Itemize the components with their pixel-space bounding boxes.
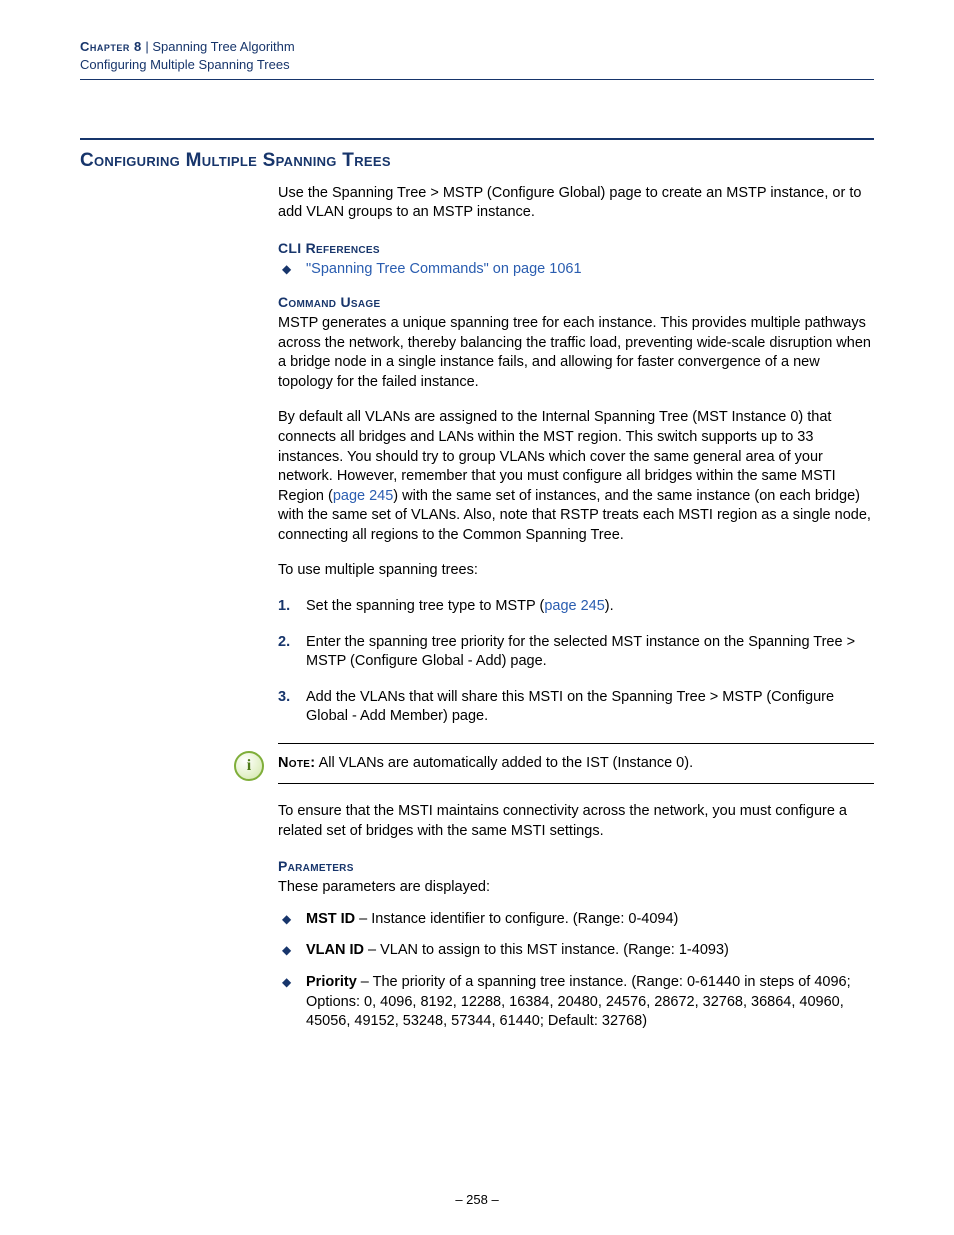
body-column: Use the Spanning Tree > MSTP (Configure … bbox=[278, 184, 874, 1032]
list-item: MST ID – Instance identifier to configur… bbox=[278, 910, 874, 930]
intro-paragraph: Use the Spanning Tree > MSTP (Configure … bbox=[278, 184, 874, 223]
step-number: 2. bbox=[278, 633, 290, 653]
list-item: 2. Enter the spanning tree priority for … bbox=[278, 633, 874, 672]
page: Chapter 8 | Spanning Tree Algorithm Conf… bbox=[0, 0, 954, 1235]
param-name: VLAN ID bbox=[306, 942, 364, 958]
text: Enter the spanning tree priority for the… bbox=[306, 634, 855, 670]
param-name: MST ID bbox=[306, 911, 355, 927]
list-item: "Spanning Tree Commands" on page 1061 bbox=[278, 260, 874, 280]
step-number: 1. bbox=[278, 597, 290, 617]
param-desc: – VLAN to assign to this MST instance. (… bbox=[364, 942, 729, 958]
cli-references-list: "Spanning Tree Commands" on page 1061 bbox=[278, 260, 874, 280]
body-paragraph: To use multiple spanning trees: bbox=[278, 561, 874, 581]
chapter-label: Chapter 8 bbox=[80, 39, 142, 54]
steps-list: 1. Set the spanning tree type to MSTP (p… bbox=[278, 597, 874, 727]
chapter-title: Spanning Tree Algorithm bbox=[152, 39, 294, 54]
param-name: Priority bbox=[306, 974, 357, 990]
param-desc: – Instance identifier to configure. (Ran… bbox=[355, 911, 678, 927]
header-separator: | bbox=[142, 39, 153, 54]
section-path: Configuring Multiple Spanning Trees bbox=[80, 56, 874, 74]
info-icon: i bbox=[234, 751, 264, 781]
list-item: 1. Set the spanning tree type to MSTP (p… bbox=[278, 597, 874, 617]
body-paragraph: MSTP generates a unique spanning tree fo… bbox=[278, 314, 874, 392]
header-rule bbox=[80, 79, 874, 80]
note-rule-bottom bbox=[278, 783, 874, 784]
body-paragraph: By default all VLANs are assigned to the… bbox=[278, 408, 874, 545]
page-link[interactable]: page 245 bbox=[544, 598, 604, 614]
command-usage-heading: Command Usage bbox=[278, 293, 874, 312]
step-number: 3. bbox=[278, 688, 290, 708]
parameters-intro: These parameters are displayed: bbox=[278, 878, 874, 898]
text: Set the spanning tree type to MSTP ( bbox=[306, 598, 544, 614]
note-body: Note: All VLANs are automatically added … bbox=[278, 744, 874, 784]
cli-references-heading: CLI References bbox=[278, 239, 874, 258]
page-footer: – 258 – bbox=[0, 1191, 954, 1209]
note-label: Note: bbox=[278, 755, 315, 771]
note-block: i Note: All VLANs are automatically adde… bbox=[278, 743, 874, 785]
parameters-heading: Parameters bbox=[278, 857, 874, 876]
list-item: Priority – The priority of a spanning tr… bbox=[278, 973, 874, 1032]
page-link[interactable]: page 245 bbox=[333, 488, 393, 504]
list-item: 3. Add the VLANs that will share this MS… bbox=[278, 688, 874, 727]
list-item: VLAN ID – VLAN to assign to this MST ins… bbox=[278, 941, 874, 961]
section-heading: Configuring Multiple Spanning Trees bbox=[80, 148, 874, 174]
text: Add the VLANs that will share this MSTI … bbox=[306, 689, 834, 725]
running-header: Chapter 8 | Spanning Tree Algorithm Conf… bbox=[80, 38, 874, 73]
section-rule bbox=[80, 138, 874, 140]
body-paragraph: To ensure that the MSTI maintains connec… bbox=[278, 802, 874, 841]
note-text: All VLANs are automatically added to the… bbox=[315, 755, 693, 771]
cli-reference-link[interactable]: "Spanning Tree Commands" on page 1061 bbox=[306, 261, 582, 277]
parameters-list: MST ID – Instance identifier to configur… bbox=[278, 910, 874, 1032]
text: ). bbox=[605, 598, 614, 614]
param-desc: – The priority of a spanning tree instan… bbox=[306, 974, 851, 1029]
